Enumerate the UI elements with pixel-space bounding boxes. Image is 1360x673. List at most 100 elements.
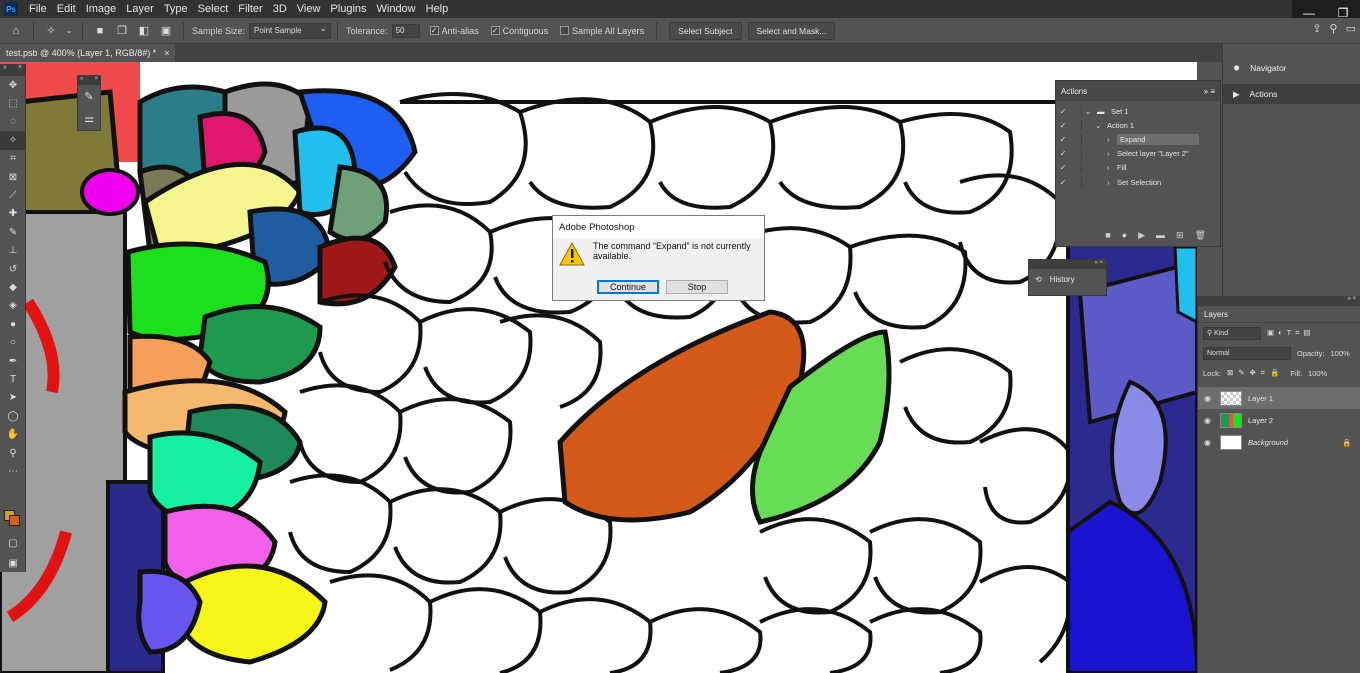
close-icon[interactable]: ×	[18, 64, 22, 76]
quick-mask-icon[interactable]: ▢	[0, 534, 26, 552]
menu-type[interactable]: Type	[159, 0, 193, 18]
expand-arrow-icon[interactable]: ⌄	[1085, 107, 1097, 116]
dialog-toggle[interactable]	[1070, 162, 1082, 174]
brush-tool-icon[interactable]: ✎	[0, 223, 26, 241]
menu-file[interactable]: File	[24, 0, 52, 18]
brush-settings-icon[interactable]: ✎	[78, 85, 100, 107]
menu-plugins[interactable]: Plugins	[325, 0, 371, 18]
action-row-set-selection[interactable]: ✓ › Set Selection	[1056, 175, 1220, 189]
eyedropper-tool-icon[interactable]: ⟋	[0, 186, 26, 204]
action-row-expand[interactable]: ✓ › Expand	[1056, 132, 1220, 146]
type-tool-icon[interactable]: T	[0, 370, 26, 388]
action-row-fill[interactable]: ✓ › Fill	[1056, 161, 1220, 175]
healing-brush-tool-icon[interactable]: ✚	[0, 205, 26, 223]
navigator-tab[interactable]: ✹ Navigator	[1223, 58, 1360, 78]
subtract-from-selection-icon[interactable]: ◧	[136, 23, 152, 39]
play-icon[interactable]: ▶	[1138, 230, 1145, 241]
check-icon[interactable]: ✓	[1056, 163, 1070, 172]
dialog-toggle[interactable]	[1070, 148, 1082, 160]
eye-icon[interactable]: ◉	[1204, 394, 1214, 403]
new-action-icon[interactable]: ⊞	[1176, 230, 1184, 241]
stop-recording-icon[interactable]: ■	[1105, 230, 1110, 240]
check-icon[interactable]: ✓	[1056, 107, 1070, 116]
fill-value[interactable]: 100%	[1308, 369, 1327, 378]
contiguous-checkbox[interactable]: ✓ Contiguous	[490, 26, 548, 36]
search-icon[interactable]: ⚲	[1330, 22, 1338, 35]
add-to-selection-icon[interactable]: ❐	[114, 23, 130, 39]
clone-stamp-tool-icon[interactable]: ⊥	[0, 242, 26, 260]
action-row-action-1[interactable]: ✓ ⌄ Action 1	[1056, 118, 1220, 132]
close-icon[interactable]: ×	[94, 76, 98, 85]
filter-icons[interactable]: ▣◐T⌗▤	[1267, 328, 1315, 338]
chevron-right-icon[interactable]: ›	[1107, 163, 1117, 172]
zoom-tool-icon[interactable]: ⚲	[0, 444, 26, 462]
layer-row[interactable]: ◉ Layer 1	[1198, 387, 1360, 409]
delete-trash-icon[interactable]: 🗑	[1195, 230, 1206, 241]
layer-row[interactable]: ◉ Background 🔒	[1198, 431, 1360, 453]
check-icon[interactable]: ✓	[1056, 135, 1070, 144]
eye-icon[interactable]: ◉	[1204, 438, 1214, 447]
paint-bucket-tool-icon[interactable]: ◈	[0, 297, 26, 315]
adjustments-sliders-icon[interactable]: ⚌	[78, 107, 100, 129]
opacity-value[interactable]: 100%	[1331, 349, 1350, 358]
more-tools-icon[interactable]: ⋯	[0, 462, 26, 480]
collapse-icon[interactable]: »	[80, 76, 83, 85]
new-set-folder-icon[interactable]: ▬	[1156, 230, 1165, 240]
check-icon[interactable]: ✓	[1056, 178, 1070, 187]
menu-filter[interactable]: Filter	[233, 0, 267, 18]
tolerance-input[interactable]: 50	[391, 23, 420, 38]
select-subject-button[interactable]: Select Subject	[669, 21, 742, 40]
record-icon[interactable]: ●	[1122, 230, 1127, 240]
actions-tab[interactable]: ▶ Actions	[1223, 84, 1360, 104]
path-selection-tool-icon[interactable]: ➤	[0, 389, 26, 407]
panel-menu-icon[interactable]: » ≡	[1204, 87, 1215, 96]
dodge-tool-icon[interactable]: ○	[0, 333, 26, 351]
menu-image[interactable]: Image	[81, 0, 122, 18]
menu-view[interactable]: View	[292, 0, 326, 18]
screen-mode-icon[interactable]: ▣	[0, 554, 26, 572]
chevron-right-icon[interactable]: ›	[1107, 135, 1117, 144]
pen-tool-icon[interactable]: ✒	[0, 352, 26, 370]
action-row-set-1[interactable]: ✓ ⌄ ▬ Set 1	[1056, 104, 1220, 118]
chevron-down-icon[interactable]: ⌄	[65, 23, 73, 39]
move-tool-icon[interactable]: ✥	[0, 76, 26, 94]
action-row-select-layer[interactable]: ✓ › Select layer "Layer 2"	[1056, 147, 1220, 161]
chevron-right-icon[interactable]: ›	[1107, 149, 1117, 158]
magic-wand-tool-icon[interactable]: ✧	[0, 131, 26, 150]
layers-tab[interactable]: Layers	[1198, 306, 1360, 323]
check-icon[interactable]: ✓	[1056, 149, 1070, 158]
sample-size-select[interactable]: Point Sample	[249, 22, 332, 39]
new-selection-icon[interactable]: ■	[92, 23, 108, 39]
layer-row[interactable]: ◉ Layer 2	[1198, 409, 1360, 431]
eye-icon[interactable]: ◉	[1204, 416, 1214, 425]
blend-mode-select[interactable]: Normal	[1203, 346, 1291, 360]
shape-tool-icon[interactable]: ◯	[0, 407, 26, 425]
crop-tool-icon[interactable]: ⌗	[0, 150, 26, 168]
magic-wand-icon[interactable]: ✧	[43, 23, 59, 39]
marquee-tool-icon[interactable]: ⬚	[0, 94, 26, 112]
history-tab[interactable]: ⟲ History	[1029, 269, 1106, 290]
menu-help[interactable]: Help	[421, 0, 454, 18]
share-icon[interactable]: ⇪	[1312, 22, 1321, 35]
history-brush-tool-icon[interactable]: ↺	[0, 260, 26, 278]
stop-button[interactable]: Stop	[666, 280, 728, 294]
menu-window[interactable]: Window	[372, 0, 421, 18]
workspace-icon[interactable]: ▭	[1346, 22, 1356, 35]
hand-tool-icon[interactable]: ✋	[0, 425, 26, 443]
close-tab-icon[interactable]: ×	[164, 44, 169, 62]
eraser-tool-icon[interactable]: ◆	[0, 278, 26, 296]
collapse-icon[interactable]: »	[3, 64, 7, 76]
continue-button[interactable]: Continue	[597, 280, 659, 294]
anti-alias-checkbox[interactable]: ✓ Anti-alias	[429, 26, 479, 36]
document-tab[interactable]: test.psb @ 400% (Layer 1, RGB/8#) * ×	[0, 44, 176, 62]
lasso-tool-icon[interactable]: ◌	[0, 113, 26, 131]
dialog-toggle[interactable]	[1070, 133, 1082, 145]
check-icon[interactable]: ✓	[1056, 121, 1070, 130]
document-canvas[interactable]	[0, 62, 1197, 673]
menu-edit[interactable]: Edit	[52, 0, 81, 18]
sample-all-layers-checkbox[interactable]: Sample All Layers	[560, 26, 644, 36]
kind-filter-select[interactable]: ⚲ Kind	[1203, 326, 1261, 340]
intersect-selection-icon[interactable]: ▣	[158, 23, 174, 39]
dialog-toggle[interactable]	[1070, 119, 1082, 131]
menu-layer[interactable]: Layer	[121, 0, 159, 18]
